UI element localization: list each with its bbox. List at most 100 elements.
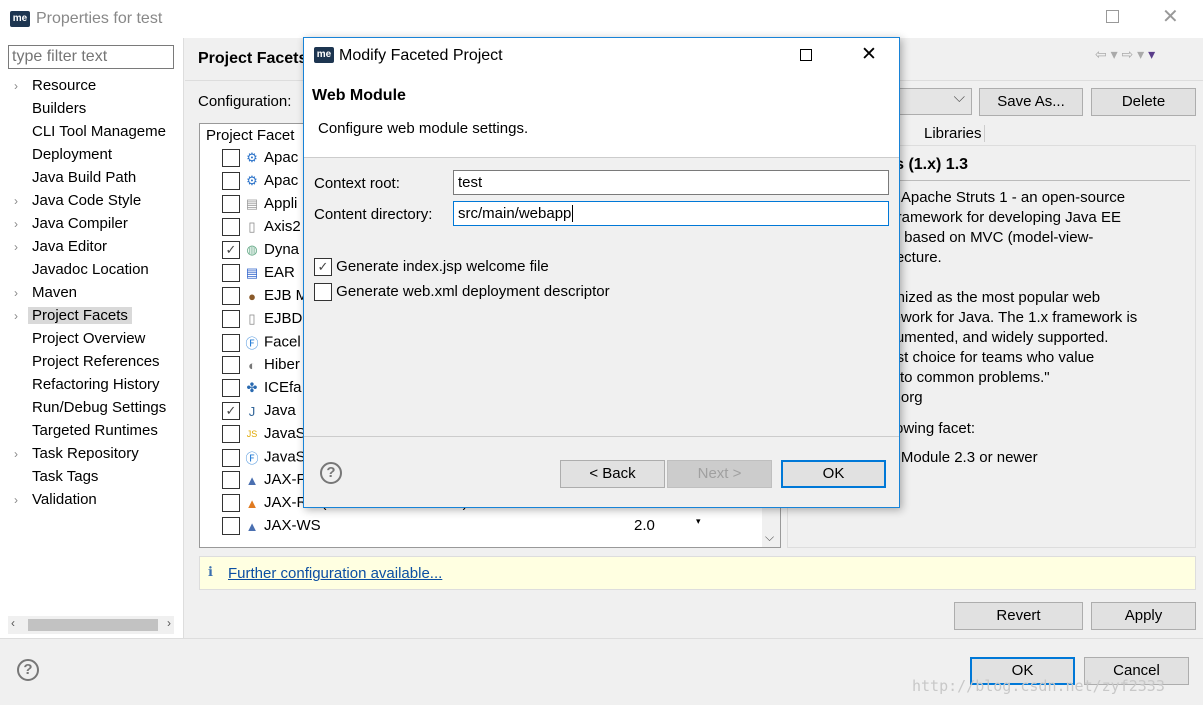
chevron-right-icon[interactable]: › bbox=[14, 443, 32, 465]
filter-input[interactable] bbox=[8, 45, 174, 69]
sidebar-item[interactable]: › Java Editor bbox=[14, 235, 179, 258]
sidebar-item-label: Project Facets bbox=[28, 307, 132, 324]
facet-checkbox[interactable] bbox=[222, 218, 240, 237]
dialog-title: Modify Faceted Project bbox=[339, 47, 503, 64]
sidebar-item[interactable]: Javadoc Location bbox=[14, 258, 179, 281]
facet-checkbox[interactable] bbox=[222, 517, 240, 536]
ear-icon: ▤ bbox=[245, 265, 259, 281]
facet-checkbox[interactable] bbox=[222, 379, 240, 398]
flask-icon: ▲ bbox=[245, 518, 259, 534]
facet-version[interactable]: 2.0 bbox=[634, 517, 655, 534]
facet-name: Facel bbox=[264, 333, 301, 351]
facet-row[interactable]: ▲ JAX-WS 2.0 ▾ bbox=[222, 516, 782, 540]
facet-checkbox[interactable] bbox=[222, 172, 240, 191]
facet-name: Apac bbox=[264, 149, 299, 166]
sidebar-item[interactable]: Deployment bbox=[14, 143, 179, 166]
tab-libraries[interactable]: Libraries bbox=[922, 125, 985, 142]
facet-checkbox[interactable] bbox=[222, 195, 240, 214]
chevron-right-icon[interactable]: › bbox=[14, 190, 32, 212]
facet-name: ICEfa bbox=[264, 379, 302, 396]
chevron-right-icon[interactable]: › bbox=[14, 75, 32, 97]
version-dropdown-icon[interactable]: ▾ bbox=[696, 516, 701, 527]
facet-checkbox[interactable]: ✓ bbox=[222, 402, 240, 421]
sidebar-item-label: Project Overview bbox=[32, 330, 146, 347]
sidebar-item[interactable]: Task Tags bbox=[14, 465, 179, 488]
facet-checkbox[interactable] bbox=[222, 494, 240, 513]
chevron-right-icon[interactable]: › bbox=[14, 282, 32, 304]
chevron-right-icon[interactable]: › bbox=[14, 236, 32, 258]
nav-back-icon[interactable]: ⇦ ▾ ⇨ ▾ ▾ bbox=[1095, 46, 1155, 63]
sidebar-item-label: Resource bbox=[32, 77, 97, 94]
page-title: Project Facets bbox=[198, 50, 308, 67]
facet-name: Apac bbox=[264, 172, 299, 189]
horizontal-scrollbar[interactable]: ‹ › bbox=[8, 616, 174, 634]
sidebar-item-label: Java Build Path bbox=[32, 169, 137, 186]
content-directory-value: src/main/webapp bbox=[458, 205, 572, 222]
facet-checkbox[interactable] bbox=[222, 448, 240, 467]
sidebar-item-label: Builders bbox=[32, 100, 87, 117]
sidebar-item[interactable]: › Task Repository bbox=[14, 442, 179, 465]
sidebar-item[interactable]: › Project Facets bbox=[14, 304, 179, 327]
sidebar-item[interactable]: › Java Compiler bbox=[14, 212, 179, 235]
sidebar-item[interactable]: CLI Tool Manageme bbox=[14, 120, 179, 143]
description-line: n framework for developing Java EE bbox=[880, 209, 1121, 226]
sidebar-item[interactable]: › Resource bbox=[14, 74, 179, 97]
checkbox[interactable]: ✓ bbox=[314, 258, 332, 277]
delete-button[interactable]: Delete bbox=[1091, 88, 1196, 116]
chevron-right-icon[interactable]: › bbox=[14, 489, 32, 511]
context-root-input[interactable]: test bbox=[453, 170, 889, 195]
sidebar-item[interactable]: Refactoring History bbox=[14, 373, 179, 396]
facet-checkbox[interactable] bbox=[222, 287, 240, 306]
facet-name: JAX-WS bbox=[264, 517, 321, 534]
web-jar-icon: ◍ bbox=[246, 242, 258, 258]
sidebar-item[interactable]: Project References bbox=[14, 350, 179, 373]
sidebar-item-label: Task Tags bbox=[32, 468, 99, 485]
maximize-icon[interactable] bbox=[1106, 10, 1119, 23]
sidebar-item[interactable]: Project Overview bbox=[14, 327, 179, 350]
facet-checkbox[interactable] bbox=[222, 471, 240, 490]
back-button[interactable]: < Back bbox=[560, 460, 665, 488]
facet-checkbox[interactable] bbox=[222, 425, 240, 444]
sidebar-item[interactable]: Targeted Runtimes bbox=[14, 419, 179, 442]
generate-index-checkbox[interactable]: ✓ Generate index.jsp welcome file bbox=[314, 258, 549, 277]
help-icon[interactable]: ? bbox=[17, 659, 39, 681]
flask-icon: ▲ bbox=[245, 472, 259, 488]
facet-checkbox[interactable]: ✓ bbox=[222, 241, 240, 260]
facet-checkbox[interactable] bbox=[222, 149, 240, 168]
maximize-icon[interactable] bbox=[800, 49, 812, 61]
revert-button[interactable]: Revert bbox=[954, 602, 1083, 630]
facet-checkbox[interactable] bbox=[222, 310, 240, 329]
close-icon[interactable]: ✕ bbox=[1162, 4, 1179, 29]
facet-name: JavaS bbox=[264, 448, 306, 466]
further-configuration-link[interactable]: Further configuration available... bbox=[228, 565, 442, 582]
info-icon: ℹ bbox=[208, 564, 213, 579]
sidebar-item[interactable]: Java Build Path bbox=[14, 166, 179, 189]
help-icon[interactable]: ? bbox=[320, 462, 342, 484]
generate-webxml-checkbox[interactable]: Generate web.xml deployment descriptor bbox=[314, 283, 610, 302]
facet-name: Java bbox=[264, 402, 296, 419]
configuration-select[interactable]: ⌵ bbox=[895, 88, 972, 115]
sidebar-item[interactable]: Builders bbox=[14, 97, 179, 120]
scrollbar-thumb[interactable] bbox=[28, 619, 158, 631]
sidebar-item[interactable]: › Maven bbox=[14, 281, 179, 304]
facet-name: EAR bbox=[264, 264, 295, 281]
app-logo: me bbox=[314, 47, 334, 63]
sidebar-item-label: Project References bbox=[32, 353, 160, 370]
dialog-ok-button[interactable]: OK bbox=[781, 460, 886, 488]
sidebar-item[interactable]: Run/Debug Settings bbox=[14, 396, 179, 419]
save-as-button[interactable]: Save As... bbox=[979, 88, 1083, 116]
divider bbox=[304, 436, 899, 437]
gear-icon: ⚙ bbox=[246, 173, 258, 189]
sidebar-item[interactable]: › Java Code Style bbox=[14, 189, 179, 212]
apply-button[interactable]: Apply bbox=[1091, 602, 1196, 630]
facet-checkbox[interactable] bbox=[222, 264, 240, 283]
chevron-right-icon[interactable]: › bbox=[14, 213, 32, 235]
facet-checkbox[interactable] bbox=[222, 333, 240, 352]
sidebar-item[interactable]: › Validation bbox=[14, 488, 179, 511]
checkbox[interactable] bbox=[314, 283, 332, 302]
close-icon[interactable]: ✕ bbox=[861, 43, 877, 66]
facet-checkbox[interactable] bbox=[222, 356, 240, 375]
sidebar-item-label: Task Repository bbox=[32, 445, 139, 462]
description-line: ognized as the most popular web bbox=[880, 289, 1101, 306]
content-directory-input[interactable]: src/main/webapp bbox=[453, 201, 889, 226]
